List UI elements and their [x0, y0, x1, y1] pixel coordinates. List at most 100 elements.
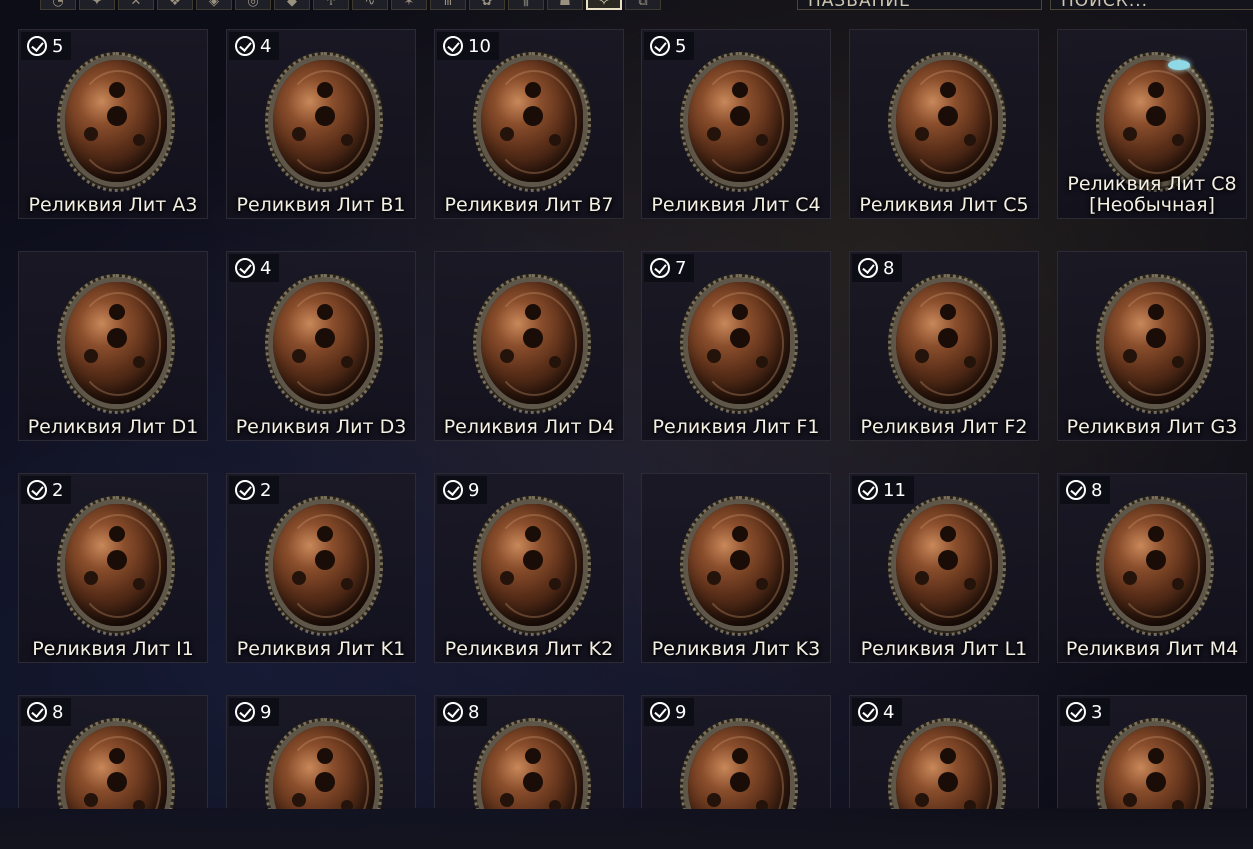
relic-name: Реликвия Лит D1	[27, 416, 199, 438]
relic-tile[interactable]: 8	[434, 695, 624, 809]
tag-icon[interactable]: ⧉	[625, 0, 661, 10]
relic-tile[interactable]: Реликвия Лит D4	[434, 251, 624, 441]
search-placeholder: ПОИСК...	[1061, 0, 1149, 10]
relic-tile[interactable]: 8 Реликвия Лит F2	[849, 251, 1039, 441]
relic-tile[interactable]: 7 Реликвия Лит F1	[641, 251, 831, 441]
sword-icon[interactable]: ♰	[313, 0, 349, 10]
checkmark-icon	[27, 480, 47, 500]
claw-icon[interactable]: ⋔	[430, 0, 466, 10]
relic-tile[interactable]: 4 Реликвия Лит D3	[226, 251, 416, 441]
sort-dropdown[interactable]: НАЗВАНИЕ ▼	[797, 0, 1042, 10]
relic-tile[interactable]: 9	[641, 695, 831, 809]
relic-icon	[680, 718, 798, 809]
melee-icon[interactable]: ✕	[118, 0, 154, 10]
owned-badge: 8	[1060, 476, 1111, 504]
relic-tile[interactable]: Реликвия Лит C5	[849, 29, 1039, 219]
relic-tile[interactable]: Реликвия Лит C8 [Необычная]	[1057, 29, 1247, 219]
relic-icon	[473, 52, 591, 192]
owned-badge: 8	[21, 698, 72, 726]
checkmark-icon	[235, 258, 255, 278]
relic-icon	[473, 496, 591, 636]
relic-icon	[888, 52, 1006, 192]
archwing-icon[interactable]: ◈	[196, 0, 232, 10]
checkmark-icon	[1066, 480, 1086, 500]
primary-icon[interactable]: ✦	[79, 0, 115, 10]
relic-icon	[265, 718, 383, 809]
bottom-fade	[0, 808, 1253, 849]
checkmark-icon	[858, 258, 878, 278]
relic-count: 9	[675, 701, 687, 723]
relic-icon[interactable]: ✧	[586, 0, 622, 10]
checkmark-icon	[443, 36, 463, 56]
relic-count: 8	[468, 701, 480, 723]
checkmark-icon	[27, 702, 47, 722]
relic-icon	[473, 718, 591, 809]
owned-badge: 3	[1060, 698, 1111, 726]
relic-icon	[57, 52, 175, 192]
relic-tile[interactable]: 8 Реликвия Лит M4	[1057, 473, 1247, 663]
filter-bar: ◔ ✦ ✕ ❖ ◈ ◎ ◆ ♰ ∿ ✶ ⋔ ✿ ⫼ ☗ ✧ ⧉	[40, 0, 661, 10]
relic-tile[interactable]: 5 Реликвия Лит A3	[18, 29, 208, 219]
relic-name: Реликвия Лит M4	[1065, 638, 1239, 660]
relic-count: 5	[675, 35, 687, 57]
relic-name: Реликвия Лит A3	[28, 194, 198, 216]
relic-icon	[888, 496, 1006, 636]
shield-icon[interactable]: ◆	[274, 0, 310, 10]
relic-count: 10	[468, 35, 491, 57]
relic-tile[interactable]: 4	[849, 695, 1039, 809]
owned-badge: 4	[852, 698, 903, 726]
sentinel-icon[interactable]: ❖	[157, 0, 193, 10]
relic-name: Реликвия Лит C5	[859, 194, 1029, 216]
relic-icon	[1096, 274, 1214, 414]
relic-name: Реликвия Лит C4	[651, 194, 821, 216]
relic-count: 7	[675, 257, 687, 279]
owned-badge: 4	[229, 254, 280, 282]
checkmark-icon	[858, 702, 878, 722]
relic-name: Реликвия Лит F2	[860, 416, 1028, 438]
relic-count: 9	[260, 701, 272, 723]
owned-badge: 5	[21, 32, 72, 60]
owned-badge: 9	[437, 476, 488, 504]
chevron-down-icon: ▼	[1018, 0, 1027, 2]
relic-tile[interactable]: 9	[226, 695, 416, 809]
necramech-icon[interactable]: ∿	[352, 0, 388, 10]
checkmark-icon	[235, 36, 255, 56]
fish-icon[interactable]: ✶	[391, 0, 427, 10]
owned-badge: 5	[644, 32, 695, 60]
relic-tile[interactable]: Реликвия Лит D1	[18, 251, 208, 441]
relic-tile[interactable]: 9 Реликвия Лит K2	[434, 473, 624, 663]
gem-icon[interactable]: ✿	[469, 0, 505, 10]
relic-count: 8	[52, 701, 64, 723]
relic-icon	[680, 496, 798, 636]
search-input[interactable]: ПОИСК...	[1050, 0, 1253, 10]
relic-tile[interactable]: Реликвия Лит K3	[641, 473, 831, 663]
relic-count: 4	[883, 701, 895, 723]
relic-tile[interactable]: 3	[1057, 695, 1247, 809]
relic-icon	[473, 274, 591, 414]
mod-icon[interactable]: ☗	[547, 0, 583, 10]
relic-name: Реликвия Лит F1	[652, 416, 820, 438]
relic-tile[interactable]: 4 Реликвия Лит B1	[226, 29, 416, 219]
relic-tile[interactable]: 10 Реликвия Лит B7	[434, 29, 624, 219]
relic-tile[interactable]: 8	[18, 695, 208, 809]
owned-badge: 2	[21, 476, 72, 504]
relic-tile[interactable]: 5 Реликвия Лит C4	[641, 29, 831, 219]
relic-grid: 5 Реликвия Лит A3 4 Реликвия Лит B1 10 Реликв…	[18, 29, 1253, 809]
relic-tile[interactable]: 11 Реликвия Лит L1	[849, 473, 1039, 663]
relic-count: 5	[52, 35, 64, 57]
relic-icon	[265, 496, 383, 636]
relic-icon	[265, 274, 383, 414]
relic-count: 4	[260, 35, 272, 57]
relic-name: Реликвия Лит G3	[1066, 416, 1238, 438]
checkmark-icon	[858, 480, 878, 500]
bars-icon[interactable]: ⫼	[508, 0, 544, 10]
relic-tile[interactable]: Реликвия Лит G3	[1057, 251, 1247, 441]
checkmark-icon	[235, 702, 255, 722]
relic-tile[interactable]: 2 Реликвия Лит K1	[226, 473, 416, 663]
warframe-icon[interactable]: ◔	[40, 0, 76, 10]
relic-tile[interactable]: 2 Реликвия Лит I1	[18, 473, 208, 663]
checkmark-icon	[650, 36, 670, 56]
relic-icon	[1096, 52, 1214, 192]
owned-badge: 7	[644, 254, 695, 282]
ring-icon[interactable]: ◎	[235, 0, 271, 10]
